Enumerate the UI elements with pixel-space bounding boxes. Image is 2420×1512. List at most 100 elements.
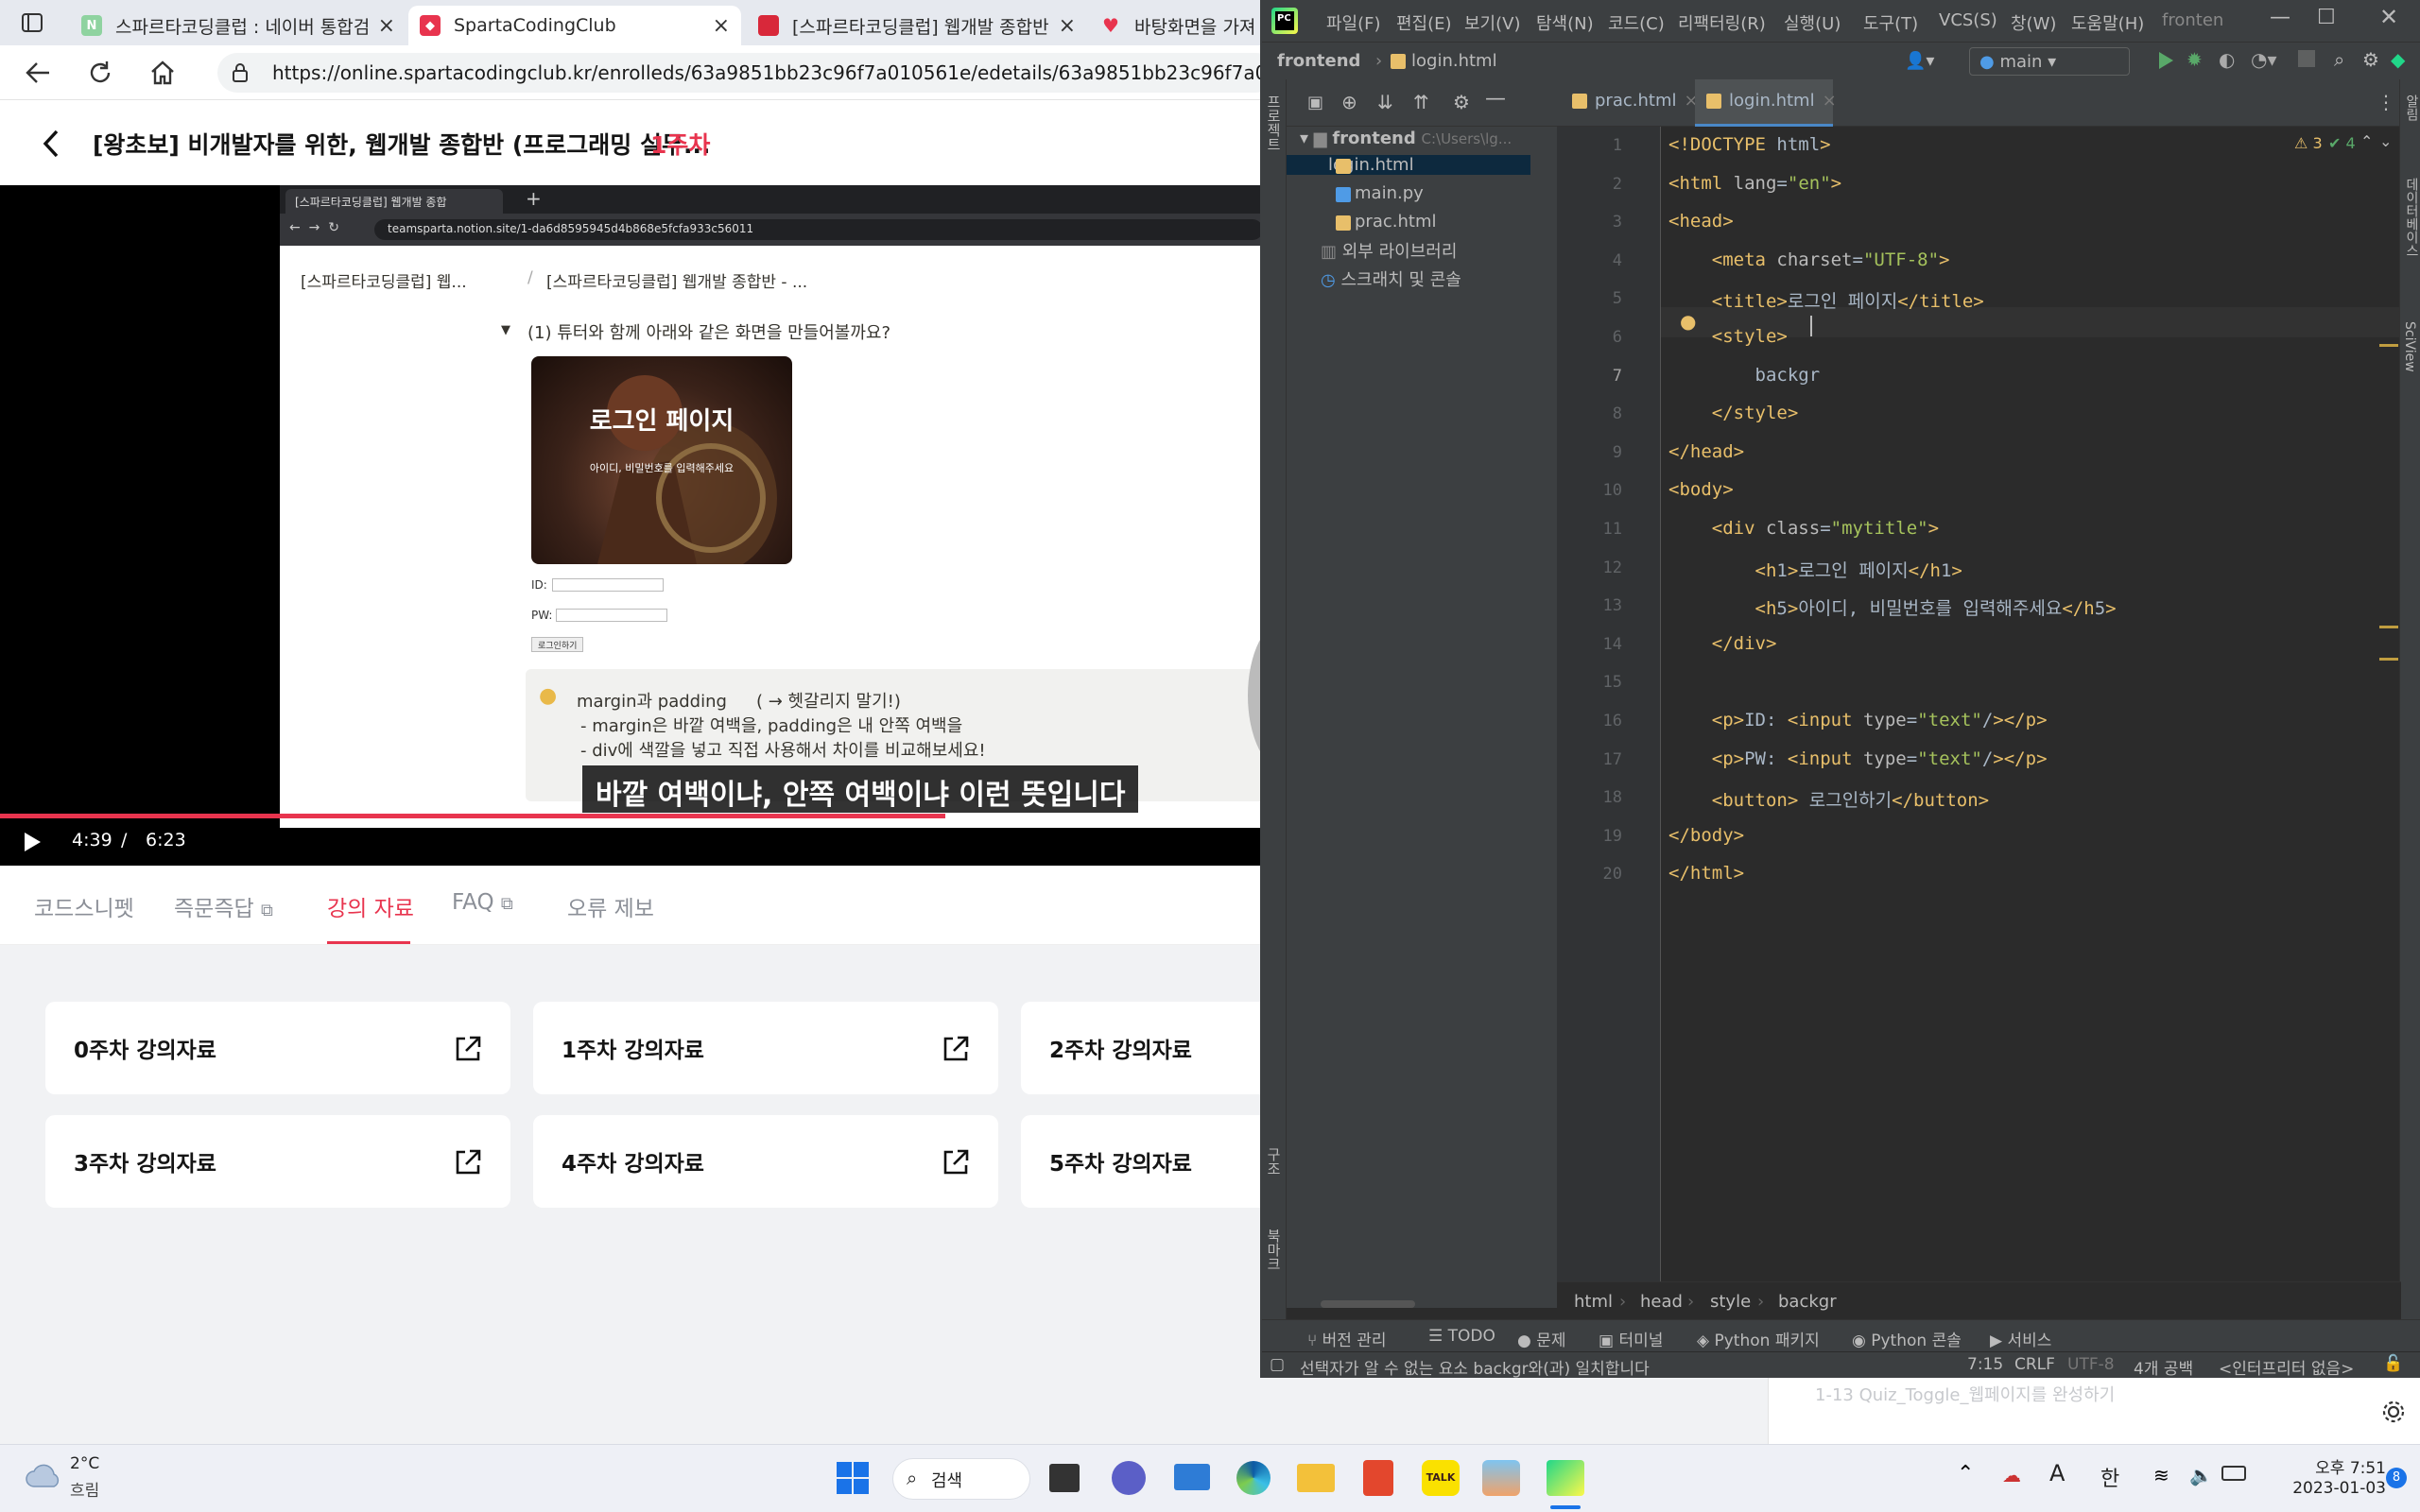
tab-materials[interactable]: 강의 자료 [327, 890, 414, 944]
close-window-icon[interactable]: ✕ [2379, 4, 2398, 30]
nav-file[interactable]: login.html [1411, 51, 1497, 71]
minimize-icon[interactable]: — [2270, 6, 2290, 29]
code-editor[interactable]: ⚠ 3 ✔ 4 ⌃ ⌄ ● <!DOCTYPE html> <html lang=… [1661, 127, 2401, 1281]
settings-icon[interactable]: ⚙ [2362, 48, 2379, 71]
status-position[interactable]: 7:15 [1967, 1355, 2003, 1374]
python-packages-tool-button[interactable]: ◈ Python 패키지 [1697, 1327, 1820, 1350]
photos-icon[interactable] [1482, 1460, 1520, 1496]
settings-gear-icon[interactable] [2380, 1399, 2407, 1425]
coverage-icon[interactable]: ◐ [2219, 48, 2235, 71]
tab-error-report[interactable]: 오류 제보 [567, 890, 654, 922]
tab-actions-icon[interactable] [21, 11, 43, 34]
windows-start-icon[interactable] [836, 1461, 870, 1495]
nav-project[interactable]: frontend [1277, 51, 1360, 71]
warning-icon[interactable]: ⚠ 3 [2294, 134, 2323, 152]
cloud-weather-icon[interactable] [25, 1462, 62, 1488]
video-progress-track[interactable] [0, 814, 1267, 818]
volume-icon[interactable]: 🔈 [2189, 1464, 2213, 1486]
menu-navigate[interactable]: 탐색(N) [1536, 10, 1594, 35]
jetbrains-toolbox-icon[interactable]: ◆ [2391, 48, 2405, 71]
crumb-backgr[interactable]: backgr [1778, 1292, 1837, 1312]
crumb-html[interactable]: html [1574, 1292, 1613, 1312]
url-field[interactable]: https://online.spartacodingclub.kr/enrol… [217, 53, 1267, 93]
stop-icon[interactable] [2298, 50, 2315, 67]
lock-icon[interactable]: 🔓 [2383, 1354, 2403, 1373]
close-tab-icon[interactable]: × [713, 14, 730, 38]
search-everywhere-icon[interactable]: ⌕ [2334, 48, 2344, 71]
teams-chat-icon[interactable] [1112, 1461, 1146, 1495]
weather-temp[interactable]: 2°C [70, 1454, 99, 1473]
menu-window[interactable]: 창(W) [2011, 10, 2056, 35]
close-tab-icon[interactable]: × [378, 14, 395, 38]
expand-all-icon[interactable]: ⇊ [1377, 91, 1393, 113]
material-card-4[interactable]: 4주차 강의자료 [533, 1115, 998, 1208]
tree-file-login[interactable]: login.html [1287, 155, 1530, 175]
tree-file-main[interactable]: main.py [1355, 183, 1424, 203]
close-tab-icon[interactable]: × [1059, 14, 1076, 38]
tab-faq[interactable]: FAQ ⧉ [452, 890, 513, 915]
todo-tool-button[interactable]: ☰ TODO [1428, 1327, 1495, 1346]
horizontal-scrollbar[interactable] [1321, 1300, 1415, 1308]
weather-desc[interactable]: 흐림 [70, 1477, 99, 1501]
clock-date[interactable]: 2023-01-03 [2273, 1479, 2386, 1498]
chevron-up-icon[interactable]: ⌃ [1957, 1462, 1974, 1486]
material-card-3[interactable]: 3주차 강의자료 [45, 1115, 510, 1208]
next-highlight-icon[interactable]: ⌄ [2379, 132, 2392, 150]
status-interpreter[interactable]: <인터프리터 없음> [2219, 1355, 2354, 1378]
menu-view[interactable]: 보기(V) [1464, 10, 1520, 35]
project-tool-button[interactable]: 프로젝트 [1264, 94, 1284, 151]
onedrive-status-icon[interactable]: ☁ [2002, 1464, 2021, 1486]
menu-run[interactable]: 실행(U) [1784, 10, 1841, 35]
tree-external-libraries[interactable]: ▥ 외부 라이브러리 [1321, 238, 1457, 263]
vcs-tool-button[interactable]: ⑂ 버전 관리 [1307, 1327, 1387, 1350]
status-toggle-icon[interactable]: ▢ [1270, 1355, 1285, 1374]
play-icon[interactable] [23, 832, 42, 852]
menu-vcs[interactable]: VCS(S) [1939, 10, 1997, 30]
hide-panel-icon[interactable]: — [1485, 87, 1506, 111]
back-arrow-icon[interactable] [42, 129, 60, 159]
python-console-tool-button[interactable]: ◉ Python 콘솔 [1852, 1327, 1962, 1350]
editor-tab-prac[interactable]: prac.html × [1572, 91, 1699, 111]
material-card-2[interactable]: 2주차 강의자료 [1021, 1002, 1267, 1094]
editor-tab-login[interactable]: login.html × [1706, 91, 1837, 111]
options-gear-icon[interactable]: ⚙ [1453, 91, 1470, 113]
browser-tab-naver[interactable]: N 스파르타코딩클럽 : 네이버 통합검색 × [70, 6, 406, 45]
menu-code[interactable]: 코드(C) [1608, 10, 1665, 35]
menu-file[interactable]: 파일(F) [1326, 10, 1381, 35]
menu-edit[interactable]: 편집(E) [1396, 10, 1452, 35]
profile-icon[interactable]: ◔▾ [2251, 48, 2277, 71]
browser-tab-notion[interactable]: [스파르타코딩클럽] 웹개발 종합반 × [747, 6, 1087, 45]
panel-icon[interactable]: ▣ [1307, 93, 1323, 112]
notifications-tool-button[interactable]: 알림 [2402, 94, 2420, 121]
status-eol[interactable]: CRLF [2014, 1355, 2055, 1374]
problems-tool-button[interactable]: ● 문제 [1517, 1327, 1566, 1350]
database-tool-button[interactable]: 데이터베이스 [2402, 178, 2420, 257]
battery-icon[interactable] [2221, 1466, 2246, 1481]
taskbar-search[interactable]: ⌕ 검색 [892, 1458, 1030, 1500]
tree-file-prac[interactable]: prac.html [1355, 212, 1436, 232]
tab-code-snippet[interactable]: 코드스니펫 [34, 890, 134, 922]
file-explorer-icon[interactable] [1297, 1464, 1335, 1492]
maximize-icon[interactable]: ☐ [2317, 6, 2336, 29]
menu-tools[interactable]: 도구(T) [1863, 10, 1918, 35]
status-encoding[interactable]: UTF-8 [2067, 1355, 2115, 1374]
back-icon[interactable] [25, 60, 51, 85]
crumb-style[interactable]: style [1710, 1292, 1751, 1312]
structure-tool-button[interactable]: 구조 [1264, 1147, 1284, 1176]
bookmarks-tool-button[interactable]: 북마크 [1264, 1228, 1284, 1271]
ime-lang[interactable]: 한 [2100, 1462, 2119, 1492]
status-indent[interactable]: 4개 공백 [2134, 1355, 2193, 1378]
collapse-all-icon[interactable]: ⇈ [1413, 91, 1429, 113]
office-icon[interactable] [1363, 1460, 1393, 1496]
browser-tab-heart[interactable]: ♥ 바탕화면을 가져 [1089, 6, 1267, 45]
run-config-selector[interactable]: ● main ▾ [1969, 47, 2130, 76]
menu-help[interactable]: 도움말(H) [2071, 10, 2144, 35]
clock-time[interactable]: 오후 7:51 [2273, 1454, 2386, 1478]
pycharm-taskbar-icon[interactable] [1547, 1460, 1584, 1496]
material-card-1[interactable]: 1주차 강의자료 [533, 1002, 998, 1094]
user-icon[interactable]: 👤▾ [1905, 51, 1934, 71]
task-view-icon[interactable] [1049, 1464, 1080, 1492]
notification-badge[interactable]: 8 [2386, 1468, 2407, 1488]
sciview-tool-button[interactable]: SciView [2402, 321, 2417, 372]
close-tab-icon[interactable]: × [1823, 91, 1837, 111]
